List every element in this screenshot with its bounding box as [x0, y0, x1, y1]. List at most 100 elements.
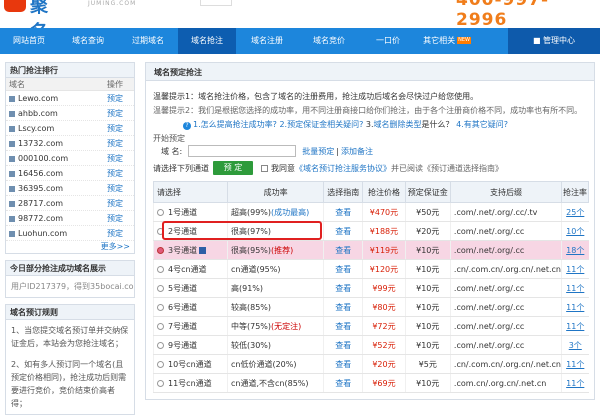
rob-rate-cell: 25个 [561, 202, 589, 222]
domain-icon [9, 125, 15, 132]
guide-link[interactable]: 查看 [335, 265, 351, 274]
channel-row[interactable]: 9号通道 较低(30%) 查看 ¥52元 ¥10元 .com/.net/.org/.cc 3… [153, 335, 589, 355]
channel-name: 4号cn通道 [168, 264, 207, 274]
guide-link[interactable]: 查看 [335, 208, 351, 217]
guide-link[interactable]: 查看 [335, 360, 351, 369]
channel-row[interactable]: 1号通道 超高(99%)(成功最高) 查看 ¥470元 ¥50元 .com/.net/.o… [153, 202, 589, 222]
rob-rate-link[interactable]: 11个 [566, 265, 584, 274]
rob-rate-cell: 10个 [561, 221, 589, 241]
channel-row[interactable]: 6号通道 较高(85%) 查看 ¥80元 ¥10元 .com/.net/.org/.cc 1… [153, 297, 589, 317]
hot-item: Lscy.com 预定 [6, 121, 134, 136]
nav-domain-snatch[interactable]: 域名抢注 [178, 28, 236, 54]
channel-cell: 3号通道 [153, 240, 228, 260]
nav-domain-register[interactable]: 域名注册 [236, 28, 298, 54]
hot-item-domain: 36395.com [6, 181, 96, 195]
guide-link[interactable]: 查看 [335, 303, 351, 312]
channel-radio[interactable] [157, 208, 164, 216]
price-cell: ¥20元 [362, 354, 406, 374]
rate-text: cn通道,不含cn(85%) [231, 378, 309, 388]
nav-other[interactable]: 其它相关 NEW [416, 28, 478, 54]
faq-link-3[interactable]: 域名删除类型 [374, 120, 422, 129]
rob-rate-link[interactable]: 3个 [569, 341, 582, 350]
logo[interactable]: 聚名 [4, 0, 64, 28]
reserve-button[interactable]: 预 定 [213, 161, 253, 175]
domain-input[interactable] [188, 145, 297, 157]
channel-radio[interactable] [157, 341, 164, 349]
suffix-cell: .com.cn/.org.cn/.net.cn [449, 373, 562, 393]
rob-rate-cell: 11个 [561, 278, 589, 298]
channel-row[interactable]: 4号cn通道 cn通道(95%) 查看 ¥120元 ¥10元 .cn/.com.cn/.o… [153, 259, 589, 279]
channel-row[interactable]: 7号通道 中等(75%)(无定注) 查看 ¥72元 ¥10元 .com/.net/.org… [153, 316, 589, 336]
guide-cell: 查看 [323, 240, 363, 260]
guide-link[interactable]: 查看 [335, 379, 351, 388]
channel-radio[interactable] [157, 379, 164, 387]
top-header: 聚名 JUMING.COM 400-997-2996 [0, 0, 600, 28]
domain-row: 域 名: 批量预定 | 添加备注 [153, 144, 587, 158]
faq-row: ? 1.怎么提高抢注成功率? 2.预定保证金相关疑问? 3.域名删除类型是什么？ … [153, 119, 587, 131]
guide-link[interactable]: 查看 [335, 227, 351, 236]
reserve-link[interactable]: 预定 [96, 211, 134, 225]
nav-home[interactable]: 网站首页 [0, 28, 58, 54]
channel-radio[interactable] [157, 360, 164, 368]
rob-rate-link[interactable]: 11个 [566, 303, 584, 312]
manage-center-button[interactable]: ■ 管理中心 [508, 28, 600, 54]
rob-rate-link[interactable]: 11个 [566, 379, 584, 388]
rate-text: cn通道(95%) [231, 264, 281, 274]
channel-row[interactable]: 11号cn通道 cn通道,不含cn(85%) 查看 ¥69元 ¥10元 .com.cn/.… [153, 373, 589, 393]
rob-rate-link[interactable]: 11个 [566, 284, 584, 293]
guide-cell: 查看 [323, 278, 363, 298]
nav-domain-search[interactable]: 域名查询 [58, 28, 118, 54]
rule-item: 2、如有多人预订同一个域名(且预定价格相同)，抢注成功后则需要进行竞价，竞价结束… [11, 360, 127, 408]
reserve-link[interactable]: 预定 [96, 151, 134, 165]
channel-radio[interactable] [157, 322, 164, 330]
channel-row[interactable]: 10号cn通道 cn低价通道(20%) 查看 ¥20元 ¥5元 .cn/.com.cn/.… [153, 354, 589, 374]
reserve-link[interactable]: 预定 [96, 181, 134, 195]
more-link[interactable]: 更多>> [6, 241, 134, 253]
suffix-cell: .cn/.com.cn/.org.cn/.net.cn [449, 259, 562, 279]
hot-item-domain: 13732.com [6, 136, 96, 150]
channel-row[interactable]: 3号通道 很高(95%)(推荐) 查看 ¥119元 ¥10元 .com/.net/.org… [153, 240, 589, 260]
guide-link[interactable]: 查看 [335, 322, 351, 331]
reserve-link[interactable]: 预定 [96, 91, 134, 105]
channel-radio[interactable] [157, 303, 164, 311]
nav-domain-auction[interactable]: 域名竞价 [298, 28, 360, 54]
channel-row[interactable]: 5号通道 高(91%) 查看 ¥99元 ¥10元 .com/.net/.org/.cc 11… [153, 278, 589, 298]
add-note-link[interactable]: 添加备注 [341, 146, 373, 157]
faq-link-4[interactable]: 4.有其它疑问? [456, 120, 508, 129]
rob-rate-link[interactable]: 11个 [566, 360, 584, 369]
channel-name: 5号通道 [168, 283, 198, 293]
col-price: 抢注价格 [362, 181, 406, 203]
reserve-link[interactable]: 预定 [96, 166, 134, 180]
agreement-link[interactable]: 《域名预订抢注服务协议》 [295, 163, 391, 174]
price-cell: ¥69元 [362, 373, 406, 393]
rob-rate-link[interactable]: 25个 [566, 208, 584, 217]
channel-radio[interactable] [157, 246, 164, 254]
rob-rate-cell: 11个 [561, 297, 589, 317]
guide-link[interactable]: 查看 [335, 246, 351, 255]
agree-checkbox[interactable] [261, 164, 268, 172]
rob-rate-link[interactable]: 11个 [566, 322, 584, 331]
guide-link[interactable]: 查看 [335, 284, 351, 293]
select-label: 请选择下列通道 [153, 163, 209, 173]
channel-name: 6号通道 [168, 302, 198, 312]
nav-fixed-price[interactable]: 一口价 [360, 28, 416, 54]
faq-link-2[interactable]: 2.预定保证金相关疑问? [279, 120, 363, 129]
domain-icon [9, 230, 15, 237]
rob-rate-link[interactable]: 18个 [566, 246, 584, 255]
deposit-cell: ¥10元 [404, 240, 451, 260]
reserve-link[interactable]: 预定 [96, 121, 134, 135]
domain-icon [9, 110, 15, 117]
bulk-reserve-link[interactable]: 批量预定 [302, 146, 334, 157]
reserve-link[interactable]: 预定 [96, 226, 134, 240]
reserve-link[interactable]: 预定 [96, 196, 134, 210]
guide-link[interactable]: 查看 [335, 341, 351, 350]
rob-rate-cell: 18个 [561, 240, 589, 260]
reserve-link[interactable]: 预定 [96, 106, 134, 120]
channel-radio[interactable] [157, 265, 164, 273]
faq-link-1[interactable]: 1.怎么提高抢注成功率? [193, 120, 277, 129]
reserve-link[interactable]: 预定 [96, 136, 134, 150]
tip-1: 温馨提示1：域名抢注价格，包含了域名的注册费用，抢注成功后域名会尽快过户给您使用… [153, 92, 479, 101]
nav-expired-domains[interactable]: 过期域名 [118, 28, 178, 54]
channel-radio[interactable] [157, 284, 164, 292]
rob-rate-link[interactable]: 10个 [566, 227, 584, 236]
